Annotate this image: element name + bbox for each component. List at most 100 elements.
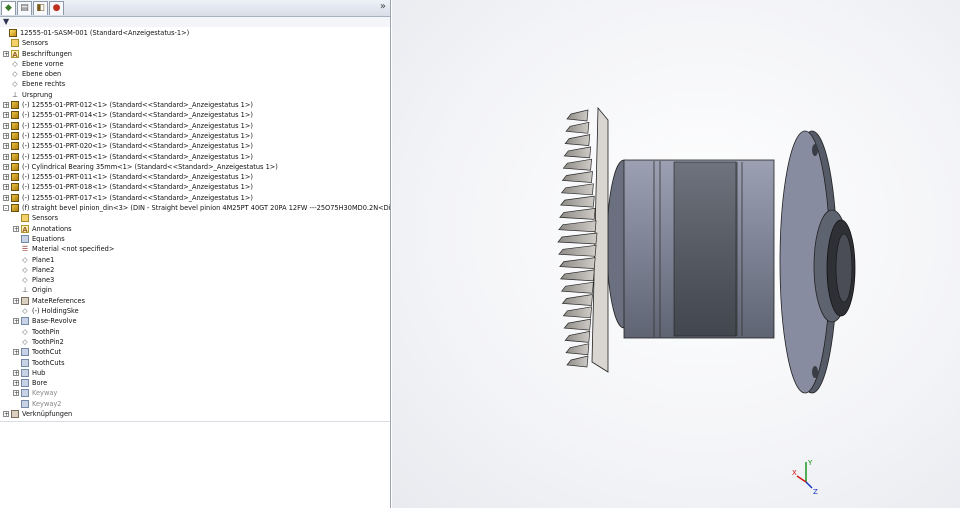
gear-tooth xyxy=(561,171,593,183)
feature-manager-tab[interactable]: ◆ xyxy=(1,1,16,15)
tree-item[interactable]: + (-) 12555-01-PRT-020<1> (Standard<<Stan… xyxy=(0,141,390,151)
plane-icon: ◇ xyxy=(12,70,18,79)
filter-icon[interactable]: ▼ xyxy=(3,17,9,26)
material-icon: ☰ xyxy=(21,245,29,254)
tree-item-label: Plane3 xyxy=(32,276,55,285)
tree-item[interactable]: ToothCuts xyxy=(0,358,390,368)
tree-item[interactable]: + (-) 12555-01-PRT-019<1> (Standard<<Stan… xyxy=(0,131,390,141)
plane-icon: ◇ xyxy=(22,276,28,285)
tree-item[interactable]: Equations xyxy=(0,234,390,244)
tree-item-label: Bore xyxy=(32,379,48,388)
feature-icon xyxy=(21,368,29,377)
expand-toggle[interactable]: + xyxy=(13,318,19,325)
tree-item[interactable]: Keyway2 xyxy=(0,399,390,409)
tree-item[interactable]: + Base-Revolve xyxy=(0,316,390,326)
tree-item-label: Ebene oben xyxy=(22,70,62,79)
tree-item-label: Material <not specified> xyxy=(32,245,115,254)
tree-item[interactable]: ◇ Ebene rechts xyxy=(0,79,390,89)
expand-toggle[interactable]: + xyxy=(3,194,9,201)
collapse-toggle[interactable]: - xyxy=(3,205,9,212)
tree-item[interactable]: ◇ Plane3 xyxy=(0,275,390,285)
tree-item[interactable]: 12555-01-SASM-001 (Standard<Anzeigestatu… xyxy=(0,28,390,38)
orientation-triad[interactable]: Y X Z xyxy=(792,456,822,496)
tree-item[interactable]: + (-) 12555-01-PRT-012<1> (Standard<<Stan… xyxy=(0,100,390,110)
tree-filter-bar[interactable]: ▼ xyxy=(0,17,390,27)
tree-item[interactable]: ◇ ToothPin xyxy=(0,327,390,337)
expand-toggle[interactable]: + xyxy=(3,132,9,139)
tree-item[interactable]: + ToothCut xyxy=(0,347,390,357)
tree-item-label: (-) 12555-01-PRT-012<1> (Standard<<Stand… xyxy=(22,101,253,110)
expand-toggle[interactable]: + xyxy=(13,297,19,304)
tree-item-label: Equations xyxy=(32,234,65,243)
bevel-gear[interactable] xyxy=(557,106,609,373)
tree-item[interactable]: + A Annotations xyxy=(0,224,390,234)
tree-item[interactable]: ◇ Ebene vorne xyxy=(0,59,390,69)
sensors-folder-icon xyxy=(11,39,19,48)
part-icon xyxy=(11,183,19,192)
tree-item[interactable]: + Bore xyxy=(0,378,390,388)
part-icon xyxy=(11,101,19,110)
bearing-hub[interactable] xyxy=(813,209,856,323)
tree-item[interactable]: Sensors xyxy=(0,38,390,48)
tree-item[interactable]: ◇ Plane1 xyxy=(0,255,390,265)
tree-item[interactable]: + (-) 12555-01-PRT-011<1> (Standard<<Stan… xyxy=(0,172,390,182)
more-tabs-button[interactable]: » xyxy=(380,1,386,12)
expand-toggle[interactable]: + xyxy=(3,153,9,160)
triad-z-label: Z xyxy=(813,488,818,496)
tree-item[interactable]: + (-) Cylindrical Bearing 35mm<1> (Standa… xyxy=(0,162,390,172)
expand-toggle[interactable]: + xyxy=(3,102,9,109)
tree-item[interactable]: + MateReferences xyxy=(0,296,390,306)
tree-item[interactable]: ⊥ Origin xyxy=(0,285,390,295)
tree-item-label: (-) 12555-01-PRT-018<1> (Standard<<Stand… xyxy=(22,183,253,192)
tree-item[interactable]: ⊥ Ursprung xyxy=(0,90,390,100)
expand-toggle[interactable]: + xyxy=(13,380,19,387)
configuration-manager-tab[interactable]: ◧ xyxy=(33,1,48,15)
tree-item[interactable]: + (-) 12555-01-PRT-017<1> (Standard<<Stan… xyxy=(0,193,390,203)
expand-toggle[interactable]: + xyxy=(13,349,19,356)
tree-item-label: (-) 12555-01-PRT-019<1> (Standard<<Stand… xyxy=(22,131,253,140)
property-manager-tab[interactable]: ▤ xyxy=(17,1,32,15)
tree-item[interactable]: ◇ Plane2 xyxy=(0,265,390,275)
tree-item[interactable]: ◇ Ebene oben xyxy=(0,69,390,79)
tree-item[interactable]: ☰ Material <not specified> xyxy=(0,244,390,254)
tree-item-label: 12555-01-SASM-001 (Standard<Anzeigestatu… xyxy=(20,29,190,37)
expand-toggle[interactable]: + xyxy=(3,410,9,417)
triad-x-axis xyxy=(796,475,807,483)
gear-tooth xyxy=(561,294,593,306)
cylinder-body[interactable] xyxy=(606,159,775,339)
tree-item[interactable]: + (-) 12555-01-PRT-016<1> (Standard<<Stan… xyxy=(0,121,390,131)
tree-item[interactable]: ◇ ToothPin2 xyxy=(0,337,390,347)
expand-toggle[interactable]: + xyxy=(13,225,19,232)
gear-tooth xyxy=(565,343,590,356)
display-manager-tab[interactable]: ● xyxy=(49,1,64,15)
expand-toggle[interactable]: + xyxy=(3,163,9,170)
tree-item[interactable]: + Keyway xyxy=(0,388,390,398)
tree-end-divider xyxy=(0,421,390,422)
graphics-viewport[interactable]: Y X Z xyxy=(392,0,960,508)
expand-toggle[interactable]: + xyxy=(13,369,19,376)
expand-toggle[interactable]: + xyxy=(3,174,9,181)
tree-item[interactable]: Sensors xyxy=(0,213,390,223)
gear-tooth xyxy=(562,306,592,319)
tree-item[interactable]: + (-) 12555-01-PRT-015<1> (Standard<<Stan… xyxy=(0,152,390,162)
part-icon xyxy=(11,193,19,202)
expand-toggle[interactable]: + xyxy=(3,112,9,119)
expand-toggle[interactable]: + xyxy=(3,122,9,129)
tree-item[interactable]: - (f) straight bevel pinion_din<3> (DIN -… xyxy=(0,203,390,213)
tree-item[interactable]: ◇ (-) HoldingSke xyxy=(0,306,390,316)
origin-icon: ⊥ xyxy=(11,90,19,99)
tree-item[interactable]: + (-) 12555-01-PRT-018<1> (Standard<<Stan… xyxy=(0,182,390,192)
tree-item[interactable]: + Hub xyxy=(0,368,390,378)
expand-toggle[interactable]: + xyxy=(3,143,9,150)
tree-item-label: Hub xyxy=(32,368,46,377)
gear-tooth xyxy=(562,158,592,171)
tree-item[interactable]: + A Beschriftungen xyxy=(0,49,390,59)
expand-toggle[interactable]: + xyxy=(3,184,9,191)
expand-toggle[interactable]: + xyxy=(13,390,19,397)
feature-icon xyxy=(21,317,29,326)
expand-toggle[interactable]: + xyxy=(3,50,9,57)
tree-item[interactable]: + (-) 12555-01-PRT-014<1> (Standard<<Stan… xyxy=(0,110,390,120)
assembly-model[interactable] xyxy=(392,0,960,508)
tree-item[interactable]: + Verknüpfungen xyxy=(0,409,390,419)
annotations-icon: A xyxy=(21,224,29,234)
